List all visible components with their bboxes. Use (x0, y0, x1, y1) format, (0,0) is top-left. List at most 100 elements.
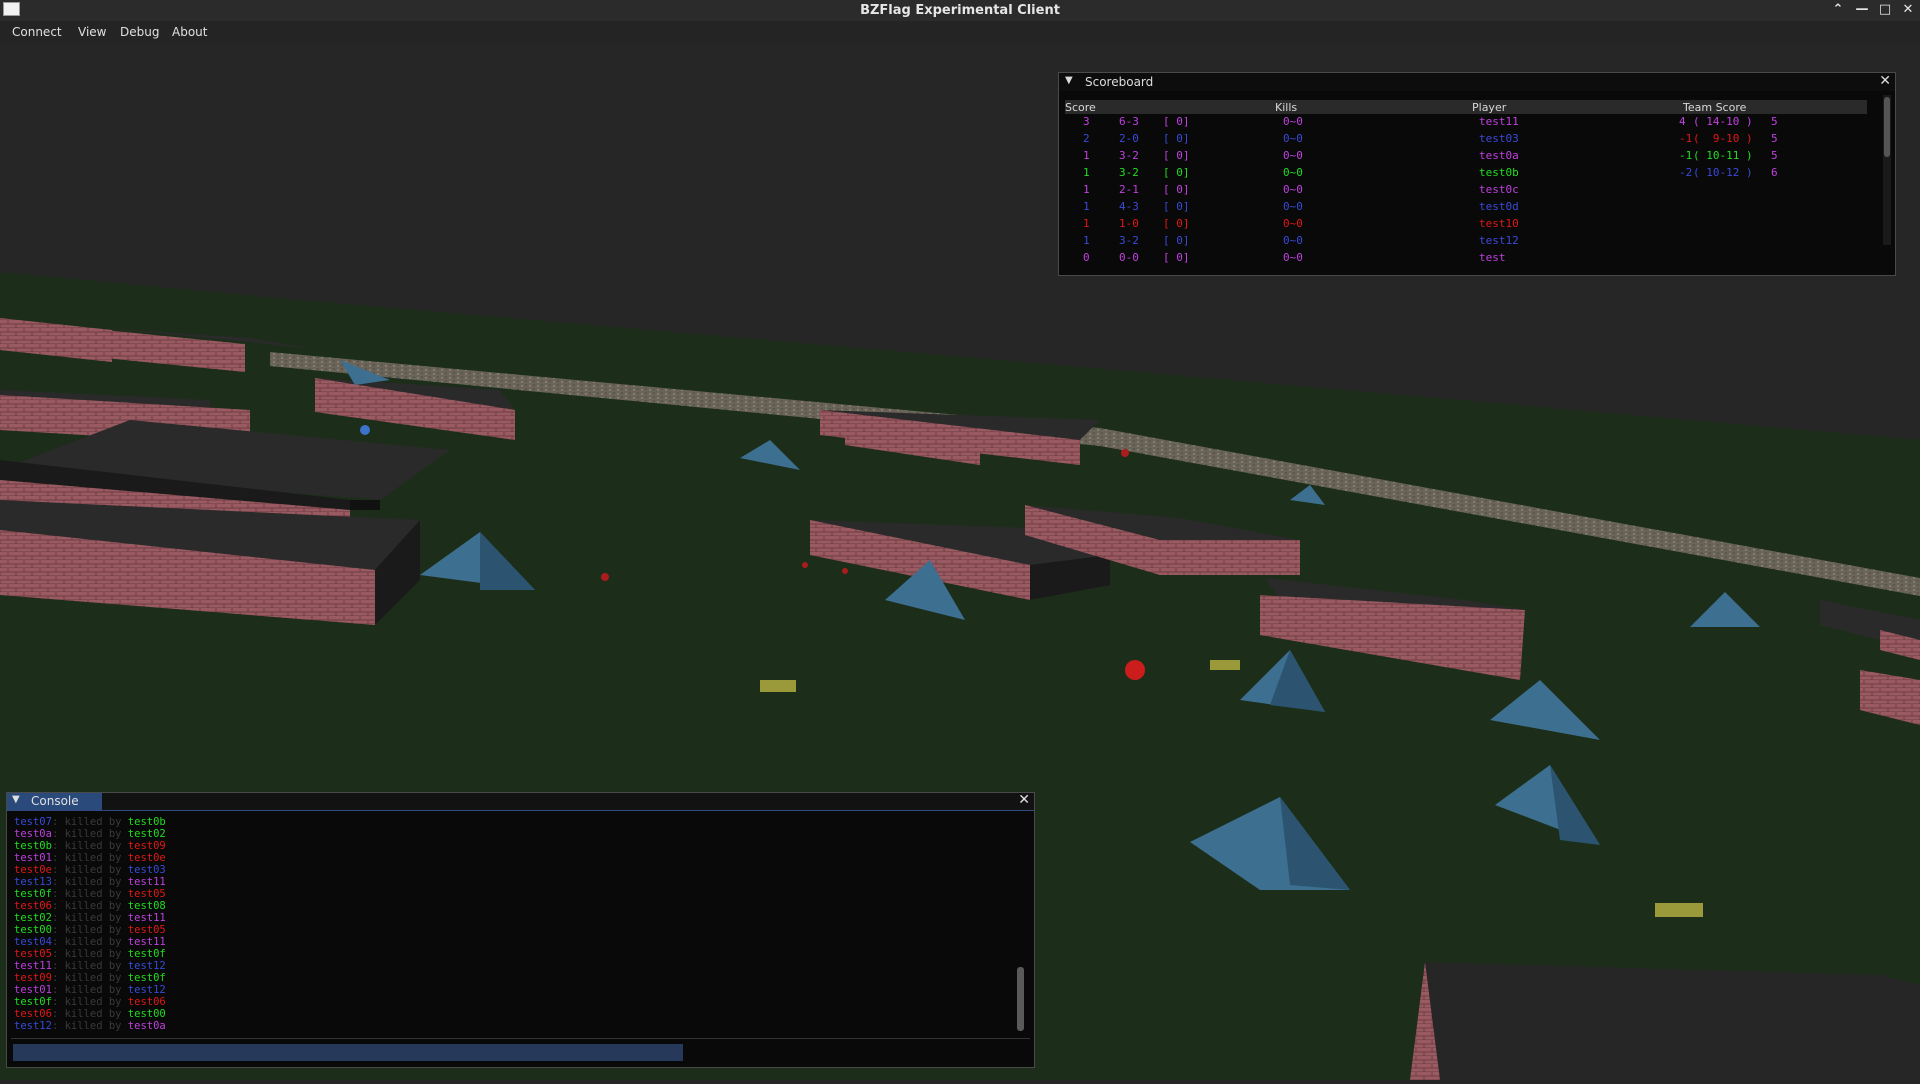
kills-value: 0~0 (1283, 234, 1303, 247)
victim-name: test01 (14, 984, 52, 996)
tk-count: [ 0] (1163, 115, 1190, 128)
score-value: 1 (1083, 166, 1090, 179)
maximize-icon[interactable]: □ (1875, 1, 1895, 19)
console-line: test13: killed by test11 (14, 876, 166, 888)
killer-name: test06 (127, 996, 166, 1008)
column-score: Score (1065, 101, 1096, 114)
killer-name: test12 (127, 984, 166, 996)
kills-value: 0~0 (1283, 166, 1303, 179)
kills-value: 0~0 (1283, 115, 1303, 128)
player-name: test (1479, 251, 1506, 264)
victim-name: test07 (14, 816, 52, 828)
tk-count: [ 0] (1163, 200, 1190, 213)
triangle-down-icon[interactable]: ▼ (1065, 75, 1073, 86)
score-value: 2 (1083, 132, 1090, 145)
killer-name: test09 (127, 840, 166, 852)
victim-name: test13 (14, 876, 52, 888)
tk-count: [ 0] (1163, 251, 1190, 264)
console-header[interactable]: ▼ Console ✕ (7, 792, 1034, 811)
kill-message: : killed by (51, 888, 128, 900)
win-loss: 3-2 (1119, 149, 1139, 162)
kill-message: : killed by (51, 1008, 128, 1020)
kills-value: 0~0 (1283, 183, 1303, 196)
kill-message: : killed by (51, 924, 128, 936)
killer-name: test0e (127, 852, 166, 864)
tk-count: [ 0] (1163, 183, 1190, 196)
triangle-down-icon[interactable]: ▼ (12, 794, 20, 805)
console-line: test01: killed by test12 (14, 984, 166, 996)
player-name: test0a (1479, 149, 1519, 162)
victim-name: test06 (14, 1008, 52, 1020)
killer-name: test00 (127, 1008, 166, 1020)
victim-name: test04 (14, 936, 52, 948)
player-name: test10 (1479, 217, 1519, 230)
kill-message: : killed by (51, 852, 128, 864)
victim-name: test02 (14, 912, 52, 924)
menu-connect[interactable]: Connect (12, 25, 62, 39)
kills-value: 0~0 (1283, 132, 1303, 145)
chevron-up-icon[interactable]: ⌃ (1828, 1, 1848, 19)
kill-message: : killed by (51, 996, 128, 1008)
victim-name: test11 (14, 960, 52, 972)
score-value: 1 (1083, 200, 1090, 213)
team-score-detail: ( 10-11 ) (1693, 149, 1753, 162)
menu-about[interactable]: About (172, 25, 207, 39)
console-scrollbar[interactable] (1017, 967, 1024, 1031)
score-value: 1 (1083, 234, 1090, 247)
console-line: test0f: killed by test06 (14, 996, 166, 1008)
column-player: Player (1472, 101, 1507, 114)
console-window[interactable]: ▼ Console ✕ test07: killed by test0b test… (6, 792, 1035, 1068)
close-icon[interactable]: ✕ (1879, 73, 1891, 89)
scrollbar-thumb[interactable] (1884, 97, 1890, 157)
menu-bar: Connect View Debug About (0, 21, 1920, 44)
killer-name: test11 (127, 876, 166, 888)
close-icon[interactable]: ✕ (1018, 792, 1030, 808)
win-loss: 2-0 (1119, 132, 1139, 145)
tk-count: [ 0] (1163, 149, 1190, 162)
team-score: -1 (1679, 132, 1693, 145)
kill-message: : killed by (51, 900, 128, 912)
console-line: test0b: killed by test09 (14, 840, 166, 852)
killer-name: test02 (127, 828, 166, 840)
team-player-count: 5 (1771, 149, 1778, 162)
score-value: 0 (1083, 251, 1090, 264)
close-icon[interactable]: ✕ (1898, 1, 1918, 19)
victim-name: test0b (14, 840, 52, 852)
scoreboard-header[interactable]: ▼ Scoreboard ✕ (1059, 73, 1895, 91)
kill-message: : killed by (51, 876, 128, 888)
victim-name: test0f (14, 888, 52, 900)
console-line: test00: killed by test05 (14, 924, 166, 936)
score-value: 1 (1083, 183, 1090, 196)
killer-name: test12 (127, 960, 166, 972)
kills-value: 0~0 (1283, 217, 1303, 230)
killer-name: test08 (127, 900, 166, 912)
killer-name: test0b (127, 816, 166, 828)
team-player-count: 6 (1771, 166, 1778, 179)
column-team-score: Team Score (1683, 101, 1747, 114)
killer-name: test0a (127, 1020, 166, 1032)
title-bar: BZFlag Experimental Client ⌃ — □ ✕ (0, 0, 1920, 21)
victim-name: test06 (14, 900, 52, 912)
tk-count: [ 0] (1163, 217, 1190, 230)
win-loss: 3-2 (1119, 234, 1139, 247)
minimize-icon[interactable]: — (1852, 1, 1872, 19)
menu-debug[interactable]: Debug (120, 25, 159, 39)
kill-message: : killed by (51, 984, 128, 996)
scoreboard-title: Scoreboard (1085, 75, 1154, 89)
kill-message: : killed by (51, 816, 128, 828)
team-score-detail: ( 9-10 ) (1693, 132, 1753, 145)
win-loss: 0-0 (1119, 251, 1139, 264)
scoreboard-scrollbar[interactable] (1883, 95, 1891, 245)
scoreboard-window[interactable]: ▼ Scoreboard ✕ Score Kills Player Team S… (1058, 72, 1896, 276)
menu-view[interactable]: View (78, 25, 106, 39)
kill-message: : killed by (51, 1020, 128, 1032)
player-name: test0b (1479, 166, 1519, 179)
team-player-count: 5 (1771, 132, 1778, 145)
kill-message: : killed by (51, 828, 128, 840)
console-line: test01: killed by test0e (14, 852, 166, 864)
player-name: test03 (1479, 132, 1519, 145)
console-line: test0e: killed by test03 (14, 864, 166, 876)
console-input[interactable] (13, 1044, 683, 1061)
player-name: test0d (1479, 200, 1519, 213)
console-line: test07: killed by test0b (14, 816, 166, 828)
